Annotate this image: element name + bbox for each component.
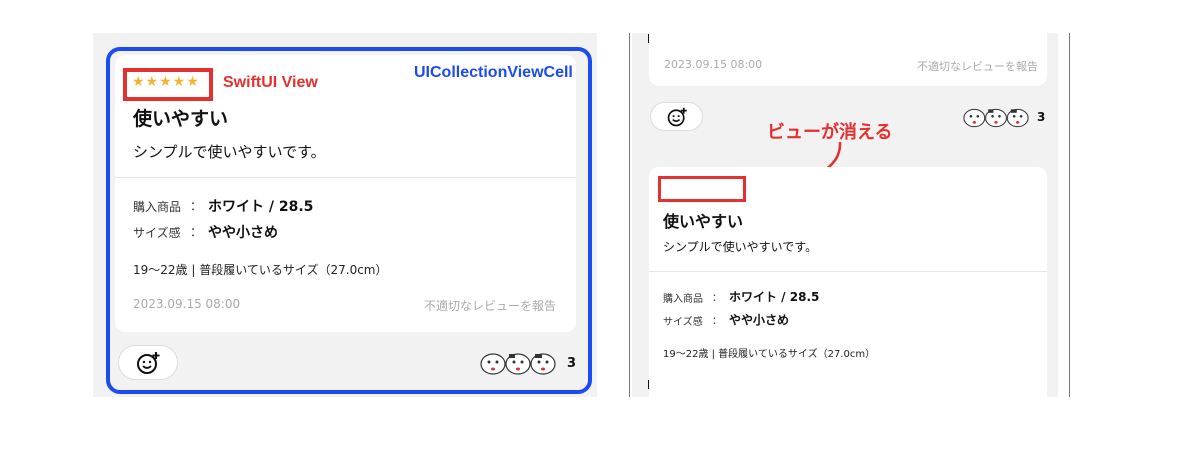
reviewer-meta: 19～22歳 | 普段履いているサイズ（27.0cm） (133, 263, 388, 277)
purchase-separator: ： (712, 293, 722, 304)
divider (115, 177, 576, 178)
reaction-count: 3 (1037, 110, 1046, 124)
review-date: 2023.09.15 08:00 (664, 58, 763, 71)
review-date: 2023.09.15 08:00 (133, 297, 241, 311)
reaction-count: 3 (567, 356, 577, 371)
add-reaction-icon (667, 107, 687, 126)
purchase-separator: ： (190, 199, 203, 213)
add-reaction-button[interactable] (650, 102, 703, 131)
swiftui-view-label: SwiftUI View (223, 74, 318, 91)
add-reaction-icon (137, 351, 160, 374)
purchase-value: ホワイト / 28.5 (729, 290, 820, 304)
scroll-edge-line (629, 33, 630, 397)
scroll-edge-line (1069, 33, 1070, 397)
review-body: シンプルで使いやすいです。 (133, 143, 326, 161)
divider (649, 271, 1047, 272)
report-link[interactable]: 不適切なレビューを報告 (424, 297, 556, 314)
missing-swiftui-view-highlight (658, 176, 746, 202)
purchase-value: ホワイト / 28.5 (208, 199, 314, 215)
report-link[interactable]: 不適切なレビューを報告 (917, 58, 1038, 74)
reviewer-meta: 19～22歳 | 普段履いているサイズ（27.0cm） (663, 349, 876, 360)
purchase-label: 購入商品 (133, 200, 182, 214)
size-value: やや小さめ (729, 313, 790, 327)
star-rating: ★★★★★ (132, 74, 200, 90)
review-title: 使いやすい (663, 212, 744, 231)
review-title: 使いやすい (133, 108, 229, 130)
uicollectionviewcell-label: UICollectionViewCell (414, 64, 573, 81)
size-separator: ： (190, 225, 203, 239)
size-separator: ： (712, 316, 722, 327)
cat-sticker-icon (963, 108, 1029, 128)
cat-sticker-icon (480, 353, 556, 375)
purchase-label: 購入商品 (663, 294, 703, 305)
size-label: サイズ感 (133, 226, 181, 240)
review-body: シンプルで使いやすいです。 (663, 240, 818, 254)
add-reaction-button[interactable] (118, 345, 178, 380)
size-label: サイズ感 (663, 317, 703, 328)
size-value: やや小さめ (208, 225, 278, 241)
